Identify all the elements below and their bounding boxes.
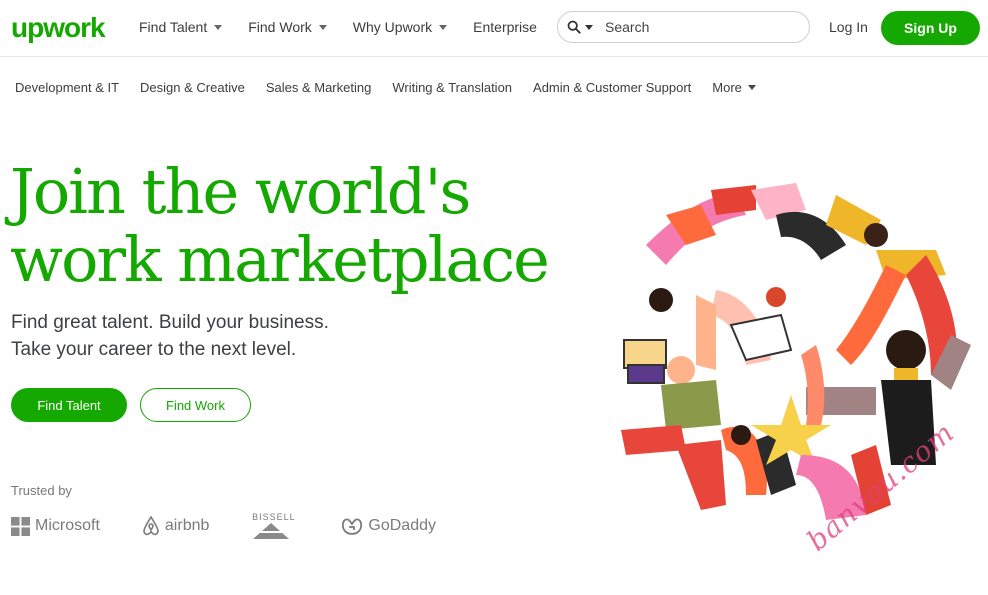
nav-find-talent-label: Find Talent bbox=[139, 19, 208, 35]
godaddy-brand: GoDaddy bbox=[341, 516, 436, 536]
find-talent-button[interactable]: Find Talent bbox=[11, 388, 127, 422]
hero-headline-line2: work marketplace bbox=[10, 223, 550, 296]
hero-subtitle: Find great talent. Build your business. … bbox=[11, 309, 329, 363]
chevron-down-icon bbox=[214, 24, 223, 30]
category-admin-support[interactable]: Admin & Customer Support bbox=[533, 80, 691, 95]
category-design-creative[interactable]: Design & Creative bbox=[140, 80, 245, 95]
login-link[interactable]: Log In bbox=[829, 19, 868, 35]
category-sales-marketing[interactable]: Sales & Marketing bbox=[266, 80, 372, 95]
category-writing-translation[interactable]: Writing & Translation bbox=[392, 80, 512, 95]
hero-subtitle-line1: Find great talent. Build your business. bbox=[11, 312, 329, 333]
nav-enterprise[interactable]: Enterprise bbox=[473, 19, 537, 35]
trusted-brands: Microsoft airbnb BISSELL GoDaddy bbox=[11, 512, 478, 540]
godaddy-logo-icon bbox=[342, 518, 363, 535]
bissell-name: BISSELL bbox=[252, 512, 296, 522]
godaddy-name: GoDaddy bbox=[368, 517, 436, 534]
microsoft-logo-icon bbox=[11, 516, 30, 536]
main-nav: Find Talent Find Work Why Upwork Enterpr… bbox=[139, 19, 563, 35]
nav-find-work[interactable]: Find Work bbox=[248, 19, 327, 35]
nav-why-upwork[interactable]: Why Upwork bbox=[352, 19, 448, 35]
airbnb-name: airbnb bbox=[164, 517, 210, 534]
nav-find-work-label: Find Work bbox=[248, 19, 312, 35]
signup-button[interactable]: Sign Up bbox=[881, 11, 980, 45]
bissell-brand: BISSELL bbox=[251, 512, 296, 540]
find-work-button[interactable]: Find Work bbox=[140, 388, 251, 422]
hero-subtitle-line2: Take your career to the next level. bbox=[11, 339, 297, 360]
search-icon[interactable] bbox=[567, 20, 581, 34]
hero-headline-line1: Join the world's bbox=[10, 155, 471, 228]
hero-illustration bbox=[621, 183, 971, 520]
category-more-label: More bbox=[712, 80, 742, 95]
nav-find-talent[interactable]: Find Talent bbox=[139, 19, 223, 35]
trusted-by-label: Trusted by bbox=[11, 483, 72, 498]
airbnb-brand: airbnb bbox=[142, 516, 209, 536]
bissell-logo-icon bbox=[253, 523, 290, 539]
upwork-logo[interactable]: upwork bbox=[11, 12, 106, 44]
microsoft-brand: Microsoft bbox=[11, 516, 100, 536]
microsoft-name: Microsoft bbox=[35, 517, 100, 534]
category-development-it[interactable]: Development & IT bbox=[15, 80, 119, 95]
nav-why-upwork-label: Why Upwork bbox=[352, 19, 433, 35]
top-navigation-bar: upwork Find Talent Find Work Why Upwork … bbox=[0, 0, 988, 57]
search-input[interactable] bbox=[603, 18, 797, 36]
search-type-dropdown-icon[interactable] bbox=[585, 24, 593, 30]
hero-headline: Join the world's work marketplace bbox=[10, 155, 550, 296]
category-more[interactable]: More bbox=[712, 80, 756, 95]
chevron-down-icon bbox=[318, 24, 327, 30]
airbnb-logo-icon bbox=[143, 516, 159, 536]
category-bar: Development & IT Design & Creative Sales… bbox=[15, 80, 777, 95]
search-box[interactable] bbox=[557, 11, 810, 43]
nav-enterprise-label: Enterprise bbox=[473, 19, 537, 35]
chevron-down-icon bbox=[439, 24, 448, 30]
caret-down-icon bbox=[747, 85, 756, 90]
